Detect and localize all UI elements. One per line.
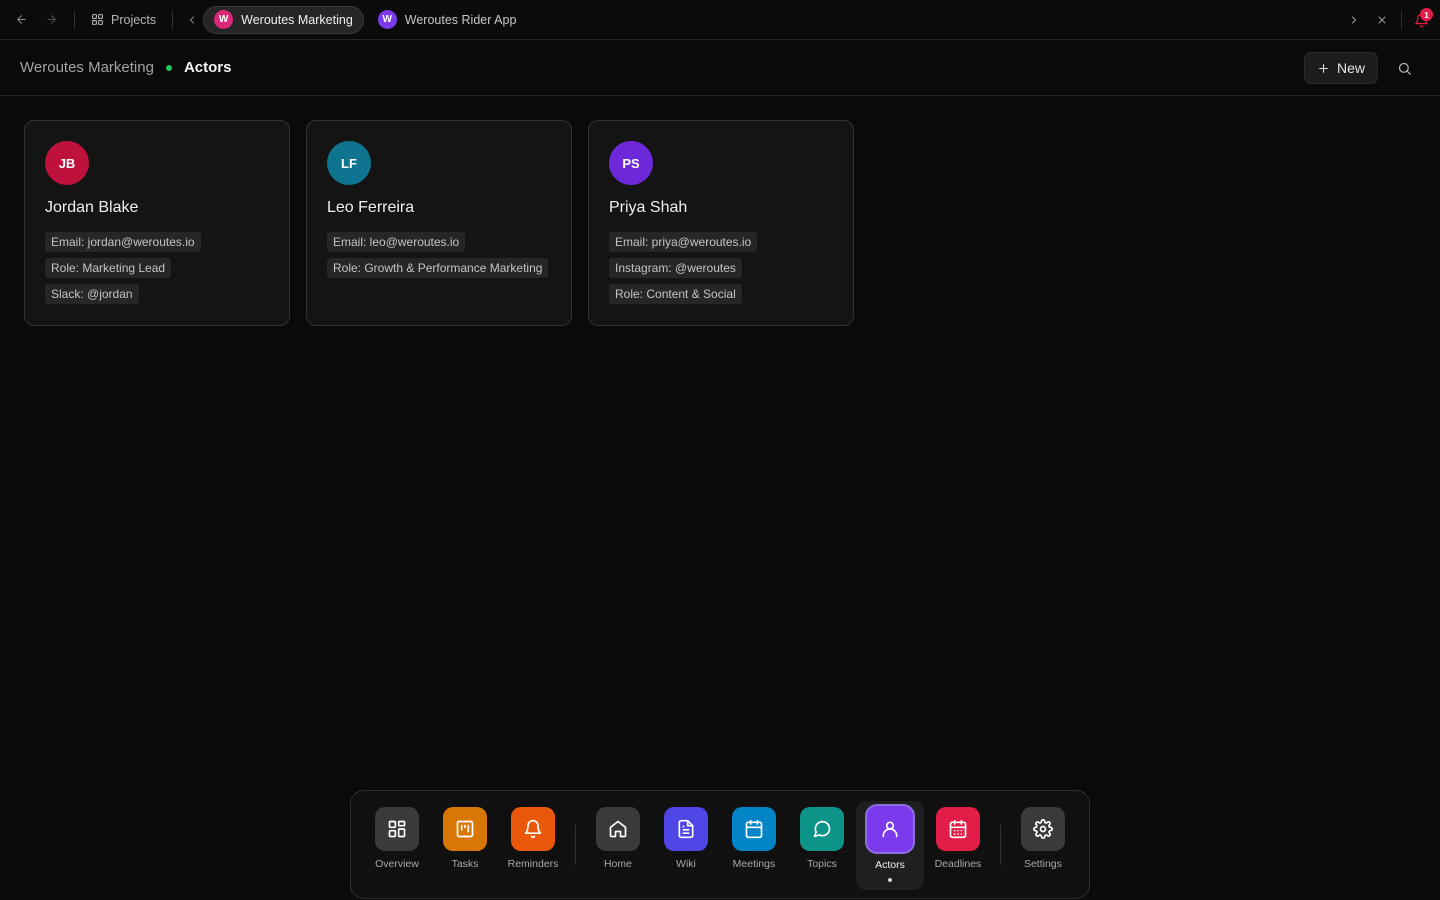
dock-label: Actors: [875, 859, 905, 871]
tab-label: Weroutes Rider App: [404, 12, 517, 27]
dock-label: Home: [603, 858, 632, 870]
notification-badge: 1: [1420, 8, 1433, 21]
calendar-icon: [731, 807, 776, 851]
dock-item-overview[interactable]: Overview: [363, 801, 431, 890]
dock-label: Deadlines: [934, 858, 982, 870]
chevron-right-icon[interactable]: [1341, 6, 1367, 34]
tab-weroutes-rider-app[interactable]: W Weroutes Rider App: [368, 6, 527, 34]
document-icon: [663, 807, 708, 851]
actor-name: Priya Shah: [609, 199, 688, 216]
attribute-tag: Slack: @jordan: [45, 284, 139, 304]
tab-bar: Projects W Weroutes Marketing W Weroutes…: [0, 0, 1440, 40]
dock-item-tasks[interactable]: Tasks: [431, 801, 499, 890]
actor-name: Leo Ferreira: [327, 199, 415, 216]
dock-item-topics[interactable]: Topics: [788, 801, 856, 890]
project-avatar: W: [214, 10, 234, 29]
breadcrumb-parent[interactable]: Weroutes Marketing: [20, 59, 154, 76]
dock-item-actors[interactable]: Actors: [855, 801, 924, 890]
dock-item-home[interactable]: Home: [584, 801, 652, 890]
actor-card[interactable]: JB Jordan Blake Email: jordan@weroutes.i…: [24, 120, 290, 326]
dock-item-deadlines[interactable]: Deadlines: [924, 801, 992, 890]
dock-divider: [575, 825, 576, 865]
divider: [74, 10, 75, 29]
attribute-tag: Email: jordan@weroutes.io: [45, 232, 201, 252]
active-indicator: [887, 878, 892, 882]
attribute-tag: Email: priya@weroutes.io: [609, 232, 758, 252]
attribute-tag: Email: leo@weroutes.io: [327, 232, 466, 252]
page-title: Actors: [183, 59, 232, 76]
avatar: LF: [327, 141, 371, 185]
avatar: JB: [45, 141, 89, 185]
dock-item-reminders[interactable]: Reminders: [499, 801, 567, 890]
calendar-grid-icon: [935, 807, 980, 851]
new-button[interactable]: New: [1303, 52, 1378, 84]
forward-arrow-icon[interactable]: [36, 5, 66, 35]
dock-item-meetings[interactable]: Meetings: [720, 801, 788, 890]
actor-card-list: JB Jordan Blake Email: jordan@weroutes.i…: [24, 120, 854, 326]
tab-label: Weroutes Marketing: [241, 12, 353, 27]
dock-label: Overview: [375, 858, 419, 870]
dock-label: Wiki: [676, 858, 696, 870]
chat-bubble-icon: [799, 807, 844, 851]
dock-label: Tasks: [451, 858, 479, 870]
page-header: Weroutes Marketing Actors New: [0, 40, 1440, 96]
actor-card[interactable]: LF Leo Ferreira Email: leo@weroutes.io R…: [306, 120, 572, 326]
new-button-label: New: [1336, 60, 1365, 76]
app-dock: Overview Tasks Reminders Home Wiki Meeti…: [350, 790, 1090, 899]
dock-label: Meetings: [732, 858, 776, 870]
avatar: PS: [609, 141, 653, 185]
projects-button[interactable]: Projects: [83, 6, 164, 34]
dock-label: Topics: [807, 858, 837, 870]
chevron-left-icon[interactable]: [181, 5, 203, 35]
actor-card[interactable]: PS Priya Shah Email: priya@weroutes.io I…: [588, 120, 854, 326]
status-dot: [165, 64, 172, 71]
tab-weroutes-marketing[interactable]: W Weroutes Marketing: [203, 5, 364, 34]
divider: [172, 10, 174, 29]
dock-item-wiki[interactable]: Wiki: [652, 801, 720, 890]
notifications-button[interactable]: 1: [1408, 6, 1434, 34]
close-icon[interactable]: [1369, 6, 1395, 34]
dock-label: Settings: [1023, 858, 1062, 870]
dock-item-settings[interactable]: Settings: [1009, 801, 1077, 890]
attribute-tag: Instagram: @weroutes: [609, 258, 742, 278]
search-button[interactable]: [1388, 52, 1420, 84]
divider: [1401, 11, 1402, 29]
attribute-tag: Role: Growth & Performance Marketing: [327, 258, 549, 278]
gear-icon: [1020, 807, 1065, 851]
search-icon: [1398, 62, 1411, 75]
plus-icon: [1319, 63, 1328, 73]
attribute-tag: Role: Marketing Lead: [45, 258, 172, 278]
kanban-icon: [443, 807, 487, 851]
grid-icon: [92, 14, 103, 25]
grid-icon: [375, 807, 419, 851]
user-icon: [864, 804, 915, 854]
dock-label: Reminders: [507, 858, 559, 870]
back-arrow-icon[interactable]: [6, 5, 36, 35]
bell-icon: [511, 807, 555, 851]
actor-name: Jordan Blake: [45, 199, 139, 216]
dock-divider: [999, 825, 1001, 865]
projects-label: Projects: [111, 12, 157, 27]
project-avatar: W: [377, 10, 397, 29]
attribute-tag: Role: Content & Social: [609, 284, 742, 304]
home-icon: [595, 807, 640, 851]
